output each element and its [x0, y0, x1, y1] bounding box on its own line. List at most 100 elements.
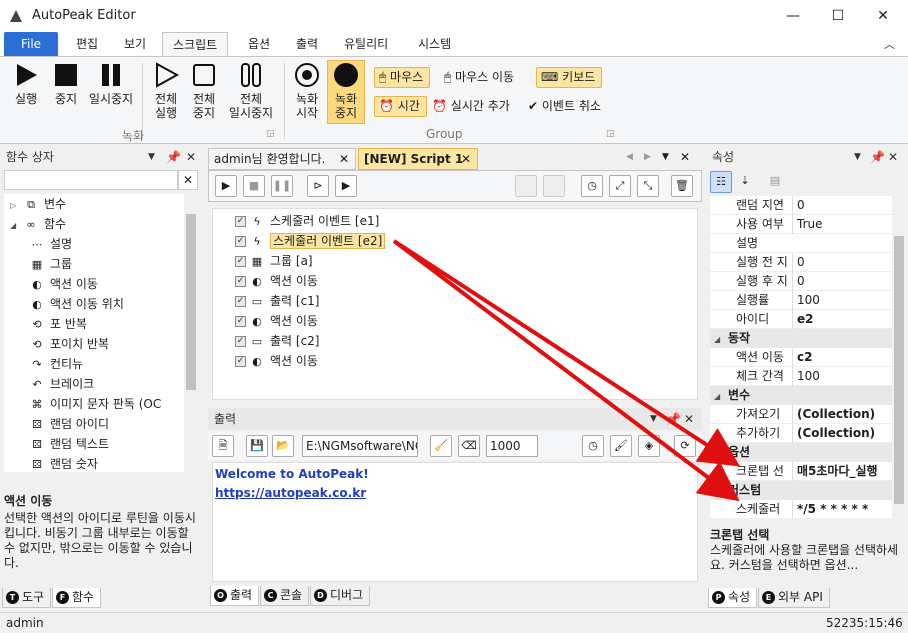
tree-scroll-thumb[interactable] — [186, 214, 196, 390]
property-row[interactable]: 스케줄러 */5 * * * * * — [710, 500, 906, 518]
expander-icon[interactable]: ◢ — [10, 216, 24, 236]
expand-button[interactable]: ⤢ — [609, 175, 631, 197]
open-folder-button[interactable]: 📂 — [272, 435, 294, 457]
property-value[interactable]: 매5초마다_실행 — [792, 462, 878, 481]
function-search-input[interactable] — [4, 170, 178, 190]
script-row[interactable]: ✓ ▭ 출력 [c2] — [213, 331, 697, 351]
script-row[interactable]: ✓ ϟ 스케줄러 이벤트 [e2] — [213, 231, 697, 251]
property-scrollbar[interactable] — [892, 196, 906, 518]
record-start-button[interactable]: 녹화 시작 — [290, 61, 324, 120]
save-button[interactable]: 💾 — [246, 435, 268, 457]
function-tree-item[interactable]: ⚄ 랜덤 아이디 — [4, 414, 198, 434]
mouse-move-button[interactable]: 🖱 마우스 이동 — [444, 67, 514, 88]
homepage-link[interactable]: https://autopeak.co.kr — [215, 484, 695, 503]
maximize-button[interactable]: ☐ — [815, 0, 861, 32]
property-category[interactable]: ◢ 옵션 — [710, 443, 906, 462]
property-value[interactable]: 0 — [792, 196, 805, 215]
realtime-add-button[interactable]: ⏰ 실시간 추가 — [432, 96, 510, 117]
new-output-button[interactable]: 🗎 — [212, 435, 234, 457]
dropdown-icon[interactable]: ▼ — [650, 408, 657, 430]
property-row[interactable]: 랜덤 지연 0 — [710, 196, 906, 215]
property-value[interactable]: 100 — [792, 367, 820, 386]
close-button[interactable]: ✕ — [860, 0, 906, 32]
delete-button[interactable]: 🗑 — [671, 175, 693, 197]
function-tree-item[interactable]: ↷ 컨티뉴 — [4, 354, 198, 374]
clean-button[interactable]: 🧹 — [430, 435, 452, 457]
brush-button[interactable]: 🖌 — [610, 435, 632, 457]
row-checkbox[interactable]: ✓ — [235, 276, 246, 287]
property-row[interactable]: 아이디 e2 — [710, 310, 906, 329]
property-category[interactable]: ◢ 커스텀 — [710, 481, 906, 500]
close-editor-icon[interactable]: ✕ — [680, 150, 690, 164]
dropdown-icon[interactable]: ▼ — [148, 146, 155, 168]
pause-script-button[interactable]: ❚❚ — [271, 175, 293, 197]
tab-tools[interactable]: T 도구 — [2, 588, 52, 608]
menu-view[interactable]: 보기 — [114, 32, 156, 56]
menu-utility[interactable]: 유틸리티 — [334, 32, 398, 56]
menu-system[interactable]: 시스템 — [408, 32, 461, 56]
tab-scroll-right-icon[interactable]: ▶ — [644, 152, 651, 162]
play-button[interactable]: 실행 — [8, 61, 44, 106]
function-tree-item[interactable]: ⌘ 이미지 문자 판독 (OC — [4, 394, 198, 414]
pin-icon[interactable]: 📌 — [666, 408, 681, 430]
pause-all-button[interactable]: 전체 일시중지 — [224, 61, 278, 120]
eraser-button[interactable]: ⌫ — [458, 435, 480, 457]
timer-button[interactable]: ◷ — [581, 175, 603, 197]
property-row[interactable]: 액션 이동 c2 — [710, 348, 906, 367]
collapse-icon[interactable]: ◢ — [710, 444, 728, 463]
stop-button[interactable]: 중지 — [48, 61, 84, 106]
property-value[interactable]: 100 — [792, 291, 820, 310]
script-row[interactable]: ✓ ◐ 액션 이동 — [213, 311, 697, 331]
property-category[interactable]: ◢ 동작 — [710, 329, 906, 348]
function-tree-item[interactable]: ⟲ 포이치 반복 — [4, 334, 198, 354]
mouse-toggle[interactable]: 🖱 마우스 — [374, 67, 431, 88]
time-toggle[interactable]: ⏰ 시간 — [374, 96, 427, 117]
property-value[interactable]: c2 — [792, 348, 812, 367]
run-script-button[interactable]: ▶ — [215, 175, 237, 197]
script-row[interactable]: ✓ ◐ 액션 이동 — [213, 271, 697, 291]
keyboard-toggle[interactable]: ⌨ 키보드 — [536, 67, 603, 88]
property-row[interactable]: 가져오기 (Collection) — [710, 405, 906, 424]
property-pages-button[interactable]: ▤ — [764, 171, 786, 193]
function-tree-item[interactable]: ▦ 그룹 — [4, 254, 198, 274]
property-value[interactable]: True — [792, 215, 823, 234]
row-checkbox[interactable]: ✓ — [235, 356, 246, 367]
expander-icon[interactable]: ▷ — [10, 196, 24, 216]
fill-button[interactable]: ◈ — [638, 435, 660, 457]
function-tree-item[interactable]: ⋯ 설명 — [4, 234, 198, 254]
group2-launcher-icon[interactable]: ◲ — [606, 129, 615, 139]
property-row[interactable]: 크론탭 선 매5초마다_실행 — [710, 462, 906, 481]
row-checkbox[interactable]: ✓ — [235, 296, 246, 307]
pin-icon[interactable]: 📌 — [870, 146, 885, 168]
function-tree-item[interactable]: ⚄ 랜덤 텍스트 — [4, 434, 198, 454]
event-cancel-button[interactable]: ✔ 이벤트 취소 — [528, 96, 601, 117]
clock-button[interactable]: ◷ — [582, 435, 604, 457]
tab-scroll-left-icon[interactable]: ◀ — [626, 152, 633, 162]
property-row[interactable]: 사용 여부 True — [710, 215, 906, 234]
property-value[interactable]: 0 — [792, 253, 805, 272]
stop-script-button[interactable]: ■ — [243, 175, 265, 197]
script-row[interactable]: ✓ ▭ 출력 [c1] — [213, 291, 697, 311]
row-checkbox[interactable]: ✓ — [235, 316, 246, 327]
pause-button[interactable]: 일시중지 — [86, 61, 136, 106]
tab-console[interactable]: C 콘솔 — [260, 586, 310, 606]
path-input[interactable]: E:\NGMsoftware\NG — [302, 435, 418, 457]
run-all-button[interactable]: 전체 실행 — [148, 61, 184, 120]
close-icon[interactable]: ✕ — [888, 146, 898, 168]
tab-external-api[interactable]: E 외부 API — [758, 588, 830, 608]
function-tree-item[interactable]: ◢ ∞ 함수 — [4, 214, 198, 234]
function-tree-item[interactable]: ⟲ 포 반복 — [4, 314, 198, 334]
alphabetical-button[interactable]: ⇣ — [734, 171, 756, 193]
row-checkbox[interactable]: ✓ — [235, 336, 246, 347]
tab-properties[interactable]: P 속성 — [708, 588, 758, 608]
collapse-ribbon-icon[interactable]: ︿ — [884, 36, 895, 52]
tab-output[interactable]: O 출력 — [210, 586, 260, 606]
clear-search-button[interactable]: ✕ — [178, 170, 198, 190]
dropdown-icon[interactable]: ▼ — [854, 146, 861, 168]
refresh-button[interactable]: ⟳ — [674, 435, 696, 457]
option1-button[interactable] — [515, 175, 537, 197]
pin-icon[interactable]: 📌 — [166, 146, 181, 168]
record-stop-button[interactable]: 녹화 중지 — [327, 60, 365, 124]
tab-list-icon[interactable]: ▼ — [662, 152, 669, 162]
function-tree-item[interactable]: ▷ ⧉ 변수 — [4, 194, 198, 214]
